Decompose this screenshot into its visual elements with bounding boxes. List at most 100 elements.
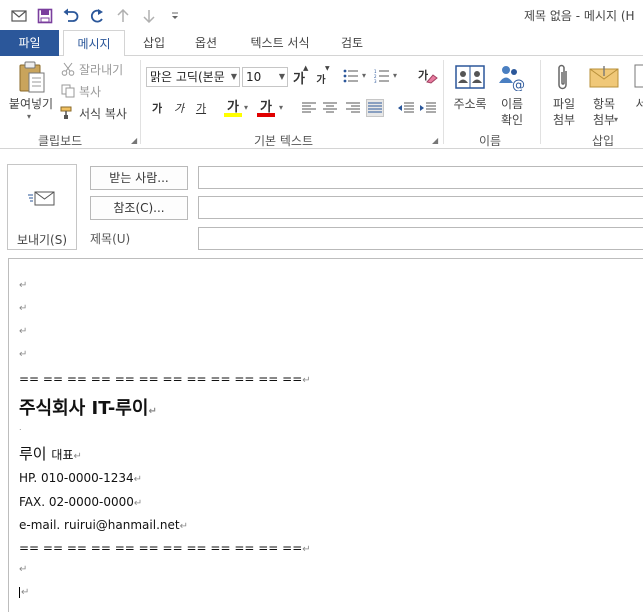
tab-insert[interactable]: 삽입 [131, 30, 177, 56]
customize-qat-icon[interactable] [162, 6, 188, 26]
font-name-combo[interactable]: 맑은 고딕(본문 ▼ [146, 67, 240, 87]
basic-text-group-label: 기본 텍스트 [254, 134, 314, 148]
copy-icon[interactable] [60, 83, 76, 99]
numbering-dropdown-icon[interactable]: ▾ [393, 71, 397, 80]
to-button[interactable]: 받는 사람... [90, 166, 188, 190]
subject-label: 제목(U) [90, 232, 131, 246]
signature-name-line: 루이 대표↵ [19, 443, 82, 464]
fax-line: FAX. 02-0000-0000↵ [19, 495, 142, 509]
font-color-icon[interactable]: 가 [257, 96, 275, 118]
ribbon-separator [540, 60, 541, 144]
down-arrow-icon[interactable] [136, 6, 162, 26]
title-bar: 제목 없음 - 메시지 (H [0, 0, 643, 30]
font-color-dropdown-icon[interactable]: ▾ [279, 103, 283, 112]
address-book-button[interactable]: 주소록 [450, 96, 490, 112]
fax-text: FAX. 02-0000-0000 [19, 495, 134, 509]
signature-button[interactable]: 서 [634, 96, 643, 112]
cut-icon[interactable] [60, 61, 76, 77]
shrink-font-icon[interactable]: 가 [314, 70, 328, 86]
paragraph-mark: ↵ [19, 326, 28, 337]
to-field[interactable] [198, 166, 643, 189]
ribbon-separator [140, 60, 141, 144]
subject-field[interactable] [198, 227, 643, 250]
send-icon [28, 191, 55, 206]
italic-icon[interactable]: 가 [172, 100, 186, 116]
small-paragraph-mark: . [19, 423, 22, 432]
paragraph-mark: ↵ [73, 451, 82, 462]
undo-icon[interactable] [58, 6, 84, 26]
bullets-dropdown-icon[interactable]: ▾ [362, 71, 366, 80]
font-size-combo[interactable]: 10 ▼ [242, 67, 288, 87]
paragraph-mark: ↵ [302, 375, 311, 386]
font-size-dropdown-icon[interactable]: ▼ [279, 68, 285, 86]
check-names-button[interactable]: 이름 확인 [492, 96, 532, 128]
cc-button[interactable]: 참조(C)... [90, 196, 188, 220]
phone-line: HP. 010-0000-1234↵ [19, 471, 142, 485]
format-painter-icon[interactable] [60, 105, 76, 121]
svg-text:3: 3 [374, 79, 377, 83]
message-body[interactable]: ↵ ↵ ↵ ↵ == == == == == == == == == == ==… [8, 258, 643, 612]
company-name: 주식회사 IT-루이↵ [19, 394, 157, 420]
redo-icon[interactable] [84, 6, 110, 26]
attach-file-button[interactable]: 파일 첨부 [544, 96, 584, 128]
quick-access-toolbar [6, 6, 188, 26]
phone-text: HP. 010-0000-1234 [19, 471, 134, 485]
highlight-icon[interactable]: 가 [224, 96, 242, 118]
svg-text:@: @ [512, 78, 525, 91]
numbering-icon[interactable]: 123 [374, 68, 390, 84]
align-left-icon[interactable] [301, 100, 317, 116]
tab-message[interactable]: 메시지 [63, 30, 125, 57]
paragraph-mark: ↵ [148, 406, 157, 417]
paperclip-icon[interactable] [553, 62, 573, 92]
outlook-icon[interactable] [6, 6, 32, 26]
tab-review[interactable]: 검토 [330, 30, 374, 56]
increase-indent-icon[interactable] [420, 100, 436, 116]
bullets-icon[interactable] [343, 68, 359, 84]
bold-icon[interactable]: 가 [150, 100, 164, 116]
paragraph-mark: ↵ [19, 303, 28, 314]
paste-icon[interactable] [15, 60, 49, 96]
clipboard-launcher-icon[interactable]: ◢ [131, 136, 137, 145]
cc-field[interactable] [198, 196, 643, 219]
decrease-indent-icon[interactable] [398, 100, 414, 116]
highlight-dropdown-icon[interactable]: ▾ [244, 103, 248, 112]
paragraph-mark: ↵ [19, 564, 28, 575]
paste-dropdown-icon[interactable]: ▾ [27, 112, 31, 121]
clipboard-group-label: 클립보드 [38, 134, 83, 148]
divider-text: == == == == == == == == == == == == [19, 541, 303, 555]
up-arrow-icon[interactable] [110, 6, 136, 26]
signature-icon[interactable] [633, 62, 643, 92]
signature-name: 루이 [19, 445, 47, 463]
tab-format-text[interactable]: 텍스트 서식 [238, 30, 322, 56]
clear-formatting-icon[interactable]: 가 [418, 66, 438, 86]
address-book-icon[interactable] [455, 62, 485, 92]
justify-icon[interactable] [366, 99, 384, 117]
divider-line: == == == == == == == == == == == ==↵ [19, 541, 311, 555]
font-color-swatch [257, 113, 275, 117]
copy-button[interactable]: 복사 [79, 83, 101, 100]
send-button[interactable]: 보내기(S) [7, 164, 77, 250]
paste-button[interactable]: 붙여넣기 [6, 96, 56, 112]
cut-button[interactable]: 잘라내기 [79, 61, 123, 78]
font-name-dropdown-icon[interactable]: ▼ [231, 68, 237, 86]
check-names-icon[interactable]: @ [497, 62, 527, 92]
basic-text-launcher-icon[interactable]: ◢ [432, 136, 438, 145]
attach-item-dropdown-icon[interactable]: ▾ [614, 115, 618, 124]
paragraph-mark: ↵ [19, 349, 28, 360]
attach-item-icon[interactable] [588, 62, 620, 92]
window-title: 제목 없음 - 메시지 (H [524, 9, 635, 23]
paragraph-mark: ↵ [133, 474, 143, 485]
tab-file[interactable]: 파일 [0, 30, 59, 56]
save-icon[interactable] [32, 6, 58, 26]
ribbon-separator [443, 60, 444, 144]
paragraph-mark: ↵ [19, 280, 28, 291]
format-painter-button[interactable]: 서식 복사 [79, 105, 127, 122]
align-center-icon[interactable] [322, 100, 338, 116]
paragraph-mark: ↵ [302, 544, 311, 555]
align-right-icon[interactable] [345, 100, 361, 116]
tab-options[interactable]: 옵션 [183, 30, 229, 56]
divider-text: == == == == == == == == == == == == [19, 372, 303, 386]
names-group-label: 이름 [479, 134, 502, 148]
highlight-color-swatch [224, 113, 242, 117]
underline-icon[interactable]: 가 [194, 100, 208, 116]
